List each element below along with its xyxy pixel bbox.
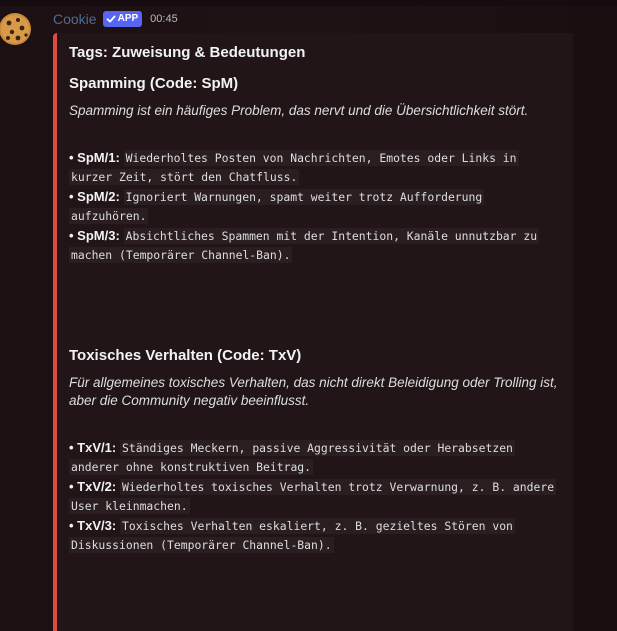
app-badge-label: APP [117,13,139,24]
rule-list: • TxV/1: Ständiges Meckern, passive Aggr… [69,438,561,555]
timestamp[interactable]: 00:45 [150,13,178,25]
embed: Tags: Zuweisung & Bedeutungen Spamming (… [53,33,573,631]
rule-item: • TxV/2: Wiederholtes toxisches Verhalte… [69,479,557,514]
previous-message-edge [0,0,617,6]
app-badge: APP [102,11,143,27]
avatar[interactable] [0,11,34,47]
rule-item: • SpM/1: Wiederholtes Posten von Nachric… [69,150,519,185]
rule-text: Ignoriert Warnungen, spamt weiter trotz … [69,189,485,224]
rule-code: SpM/1: [77,150,120,165]
section-title: Spamming (Code: SpM) [69,75,239,92]
rule-text: Wiederholtes Posten von Nachrichten, Emo… [69,150,519,185]
rule-text: Wiederholtes toxisches Verhalten trotz V… [69,479,557,514]
rule-item: • TxV/3: Toxisches Verhalten eskaliert, … [69,518,515,553]
section-spamming: Spamming (Code: SpM) Spamming ist ein hä… [69,75,561,265]
rule-code: TxV/1: [77,440,117,455]
rule-list: • SpM/1: Wiederholtes Posten von Nachric… [69,148,561,265]
rule-text: Toxisches Verhalten eskaliert, z. B. gez… [69,518,515,553]
rule-item: • SpM/3: Absichtliches Spammen mit der I… [69,228,540,263]
rule-text: Ständiges Meckern, passive Aggressivität… [69,440,515,475]
section-toxic-behavior: Toxisches Verhalten (Code: TxV) Für allg… [69,347,561,555]
rule-code: TxV/3: [77,518,117,533]
rule-item: • TxV/1: Ständiges Meckern, passive Aggr… [69,440,515,475]
section-description: Spamming ist ein häufiges Problem, das n… [69,103,529,118]
rule-item: • SpM/2: Ignoriert Warnungen, spamt weit… [69,189,485,224]
message-header: Cookie APP 00:45 [53,10,178,28]
rule-text: Absichtliches Spammen mit der Intention,… [69,228,540,263]
section-title: Toxisches Verhalten (Code: TxV) [69,347,302,364]
section-description: Für allgemeines toxisches Verhalten, das… [69,375,558,408]
message-view: Cookie APP 00:45 Tags: Zuweisung & Bedeu… [0,0,617,631]
rule-code: SpM/2: [77,189,120,204]
cookie-icon [0,13,31,45]
rule-code: TxV/2: [77,479,117,494]
check-icon [106,15,116,23]
username[interactable]: Cookie [53,11,97,27]
rule-code: SpM/3: [77,228,120,243]
embed-title: Tags: Zuweisung & Bedeutungen [69,44,306,61]
